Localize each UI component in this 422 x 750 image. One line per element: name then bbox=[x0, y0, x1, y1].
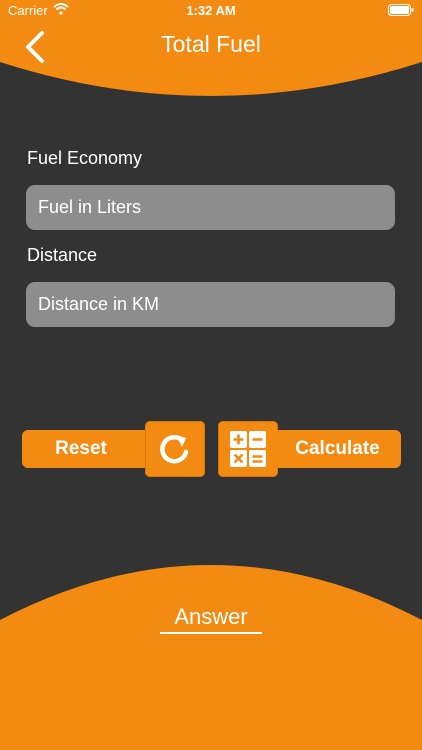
answer-label: Answer bbox=[174, 604, 248, 629]
distance-label: Distance bbox=[27, 245, 98, 265]
app-screen: Carrier 1:32 AM Total Fuel Fuel Economy … bbox=[0, 0, 422, 750]
fuel-liters-input[interactable] bbox=[26, 185, 395, 230]
calculator-icon bbox=[230, 431, 266, 467]
calculate-button-label: Calculate bbox=[295, 438, 380, 459]
reset-button[interactable]: Reset bbox=[22, 430, 154, 468]
answer-underline bbox=[160, 632, 262, 634]
distance-km-input[interactable] bbox=[26, 282, 395, 327]
status-time: 1:32 AM bbox=[186, 3, 236, 18]
refresh-icon bbox=[160, 434, 189, 464]
battery-icon bbox=[388, 4, 414, 19]
status-right bbox=[388, 4, 414, 19]
status-bar: Carrier 1:32 AM bbox=[0, 0, 422, 22]
fuel-economy-label: Fuel Economy bbox=[27, 148, 143, 168]
refresh-button[interactable] bbox=[145, 421, 205, 477]
page-title: Total Fuel bbox=[161, 31, 261, 57]
reset-button-label: Reset bbox=[55, 438, 107, 459]
result-background bbox=[0, 565, 422, 750]
calculate-button[interactable]: Calculate bbox=[268, 430, 401, 468]
